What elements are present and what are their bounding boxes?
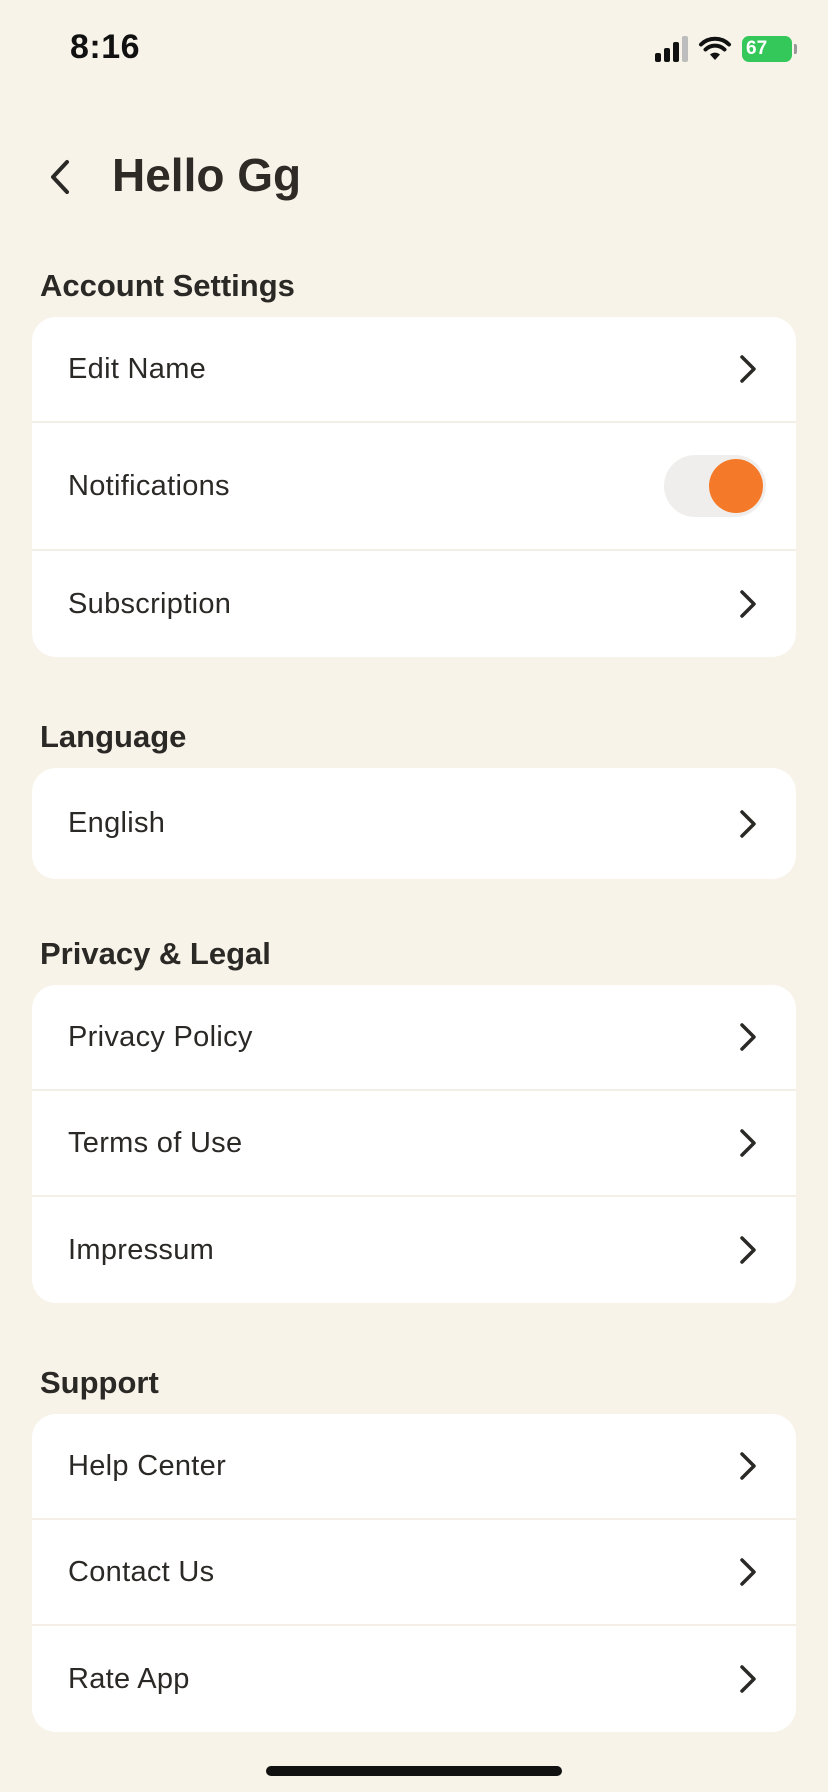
support-card: Help Center Contact Us Rate App <box>32 1414 796 1732</box>
section-title-privacy: Privacy & Legal <box>40 936 271 971</box>
language-card: English <box>32 768 796 879</box>
subscription-row[interactable]: Subscription <box>32 551 796 657</box>
help-center-row[interactable]: Help Center <box>32 1414 796 1520</box>
edit-name-label: Edit Name <box>68 352 207 385</box>
chevron-right-icon <box>736 354 760 384</box>
privacy-legal-card: Privacy Policy Terms of Use Impressum <box>32 985 796 1303</box>
home-indicator[interactable] <box>266 1766 562 1776</box>
cellular-signal-icon <box>655 36 688 62</box>
chevron-right-icon <box>736 809 760 839</box>
back-button[interactable] <box>40 150 80 204</box>
contact-us-label: Contact Us <box>68 1555 215 1588</box>
privacy-policy-label: Privacy Policy <box>68 1020 253 1053</box>
notifications-toggle[interactable] <box>664 455 766 517</box>
impressum-row[interactable]: Impressum <box>32 1197 796 1303</box>
notifications-label: Notifications <box>68 469 230 502</box>
language-label: English <box>68 807 166 839</box>
section-title-support: Support <box>40 1365 159 1400</box>
chevron-right-icon <box>736 589 760 619</box>
chevron-right-icon <box>736 1022 760 1052</box>
contact-us-row[interactable]: Contact Us <box>32 1520 796 1626</box>
chevron-left-icon <box>51 160 69 194</box>
chevron-right-icon <box>736 1557 760 1587</box>
account-settings-card: Edit Name Notifications Subscription <box>32 317 796 657</box>
rate-app-label: Rate App <box>68 1662 190 1695</box>
chevron-right-icon <box>736 1664 760 1694</box>
privacy-policy-row[interactable]: Privacy Policy <box>32 985 796 1091</box>
toggle-knob <box>709 459 763 513</box>
notifications-row: Notifications <box>32 423 796 551</box>
status-time: 8:16 <box>70 28 141 66</box>
status-icons: 67 <box>655 34 797 64</box>
edit-name-row[interactable]: Edit Name <box>32 317 796 423</box>
page-title: Hello Gg <box>112 149 302 201</box>
chevron-right-icon <box>736 1235 760 1265</box>
chevron-right-icon <box>736 1128 760 1158</box>
battery-level: 67 <box>746 38 768 59</box>
wifi-icon <box>699 36 731 60</box>
impressum-label: Impressum <box>68 1233 215 1266</box>
subscription-label: Subscription <box>68 587 232 620</box>
section-title-account: Account Settings <box>40 268 295 303</box>
terms-of-use-row[interactable]: Terms of Use <box>32 1091 796 1197</box>
help-center-label: Help Center <box>68 1449 227 1482</box>
battery-charging-icon: 67 <box>742 36 797 62</box>
section-title-language: Language <box>40 719 187 754</box>
terms-of-use-label: Terms of Use <box>68 1126 243 1159</box>
language-row[interactable]: English <box>32 768 796 879</box>
settings-screen: 8:16 67 Hello Gg Account Settings Edit N… <box>0 0 828 1792</box>
chevron-right-icon <box>736 1451 760 1481</box>
rate-app-row[interactable]: Rate App <box>32 1626 796 1732</box>
